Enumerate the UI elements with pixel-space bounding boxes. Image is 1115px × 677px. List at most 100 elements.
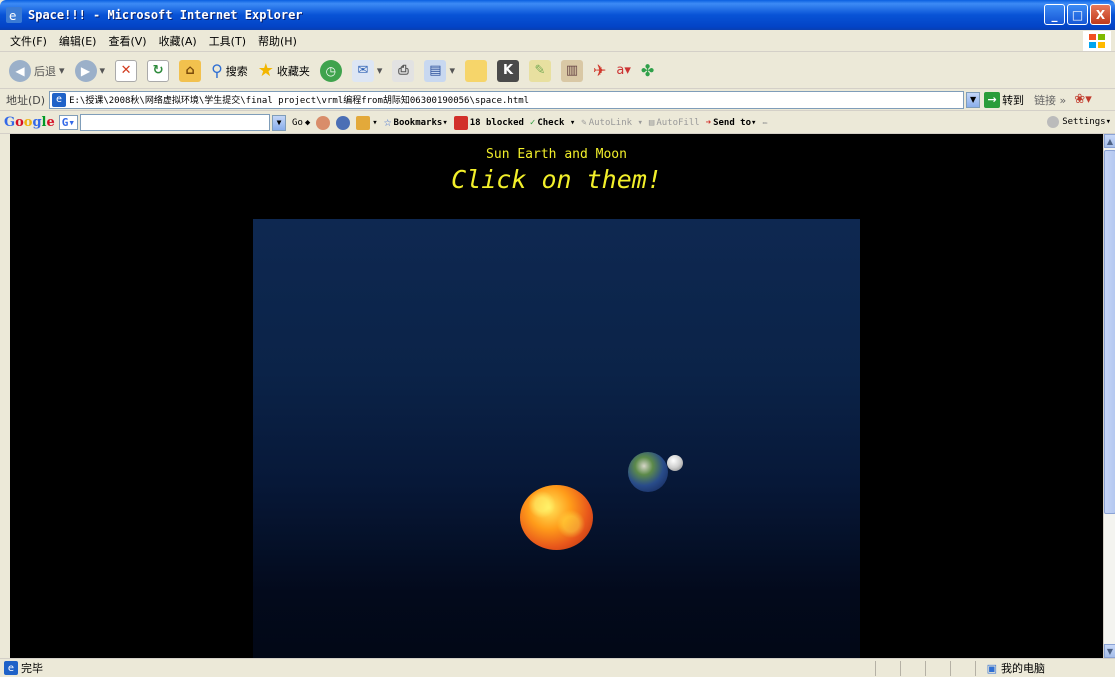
window-controls: _ □ X xyxy=(1044,4,1111,25)
spellcheck-button[interactable]: ✓ Check ▾ xyxy=(530,118,575,128)
vertical-scrollbar[interactable]: ▲ ▼ xyxy=(1103,134,1115,658)
chevron-down-icon: ▾ xyxy=(59,64,65,77)
back-arrow-icon: ◀ xyxy=(9,59,31,82)
home-button[interactable]: ⌂ xyxy=(176,56,204,86)
sendto-icon: ➜ xyxy=(705,117,712,128)
go-label: 转到 xyxy=(1002,93,1025,107)
settings-button[interactable]: Settings▾ xyxy=(1047,116,1111,128)
favorites-button[interactable]: ★ 收藏夹 xyxy=(255,56,313,86)
status-divider xyxy=(925,661,926,676)
go-button[interactable]: → 转到 xyxy=(984,91,1025,108)
google-menu-button[interactable]: G▾ xyxy=(58,115,79,130)
bird-icon: ✈ xyxy=(592,61,607,80)
search-label: 搜索 xyxy=(225,64,248,78)
minimize-button[interactable]: _ xyxy=(1044,4,1065,25)
tool-button-2[interactable]: ▥ xyxy=(558,56,586,86)
forward-arrow-icon: ▶ xyxy=(74,59,97,82)
highlight-button[interactable]: ✏ xyxy=(762,118,767,128)
refresh-icon: ↻ xyxy=(147,59,170,82)
blocker-icon xyxy=(453,115,468,130)
google-toolbar: Google G▾ ▼ Go ◆ ▾ ☆ Bookmarks▾ 18 blocke… xyxy=(0,112,1115,134)
menu-favorites[interactable]: 收藏(A) xyxy=(159,33,197,49)
stop-icon: ✕ xyxy=(115,59,138,82)
pencil-icon: ✏ xyxy=(762,117,768,128)
sun-object[interactable] xyxy=(520,485,593,550)
scroll-up-button[interactable]: ▲ xyxy=(1104,134,1115,148)
menu-tools[interactable]: 工具(T) xyxy=(209,33,246,49)
tool-button-4[interactable]: a▾ xyxy=(613,56,634,86)
status-divider xyxy=(975,661,976,676)
google-logo[interactable]: Google xyxy=(4,115,55,130)
back-label: 后退 xyxy=(34,64,56,78)
menu-help[interactable]: 帮助(H) xyxy=(258,33,297,49)
gb-icon-3[interactable]: ▾ xyxy=(356,115,378,130)
page-subtitle: Sun Earth and Moon xyxy=(486,147,627,162)
messenger-tray-icon[interactable]: ❀▾ xyxy=(1074,92,1091,107)
forward-button[interactable]: ▶ ▾ xyxy=(72,56,109,86)
pagerank-icon xyxy=(316,115,331,130)
page-done-icon: e xyxy=(4,661,18,675)
menu-file[interactable]: 文件(F) xyxy=(10,33,47,49)
menu-bar: 文件(F) 编辑(E) 查看(V) 收藏(A) 工具(T) 帮助(H) xyxy=(0,30,1115,52)
status-text: 完毕 xyxy=(21,662,43,675)
back-button[interactable]: ◀ 后退 ▾ xyxy=(6,56,68,86)
news-icon xyxy=(336,115,351,130)
bookmarks-button[interactable]: ☆ Bookmarks▾ xyxy=(384,115,448,130)
google-search-input[interactable] xyxy=(80,114,271,131)
k-icon: K xyxy=(496,59,519,82)
tool-button-1[interactable]: ✎ xyxy=(526,56,554,86)
search-button[interactable]: ⚲ 搜索 xyxy=(208,56,251,86)
favorites-label: 收藏夹 xyxy=(276,64,310,78)
moon-object[interactable] xyxy=(667,455,683,471)
status-bar: e 完毕 ▣ 我的电脑 xyxy=(0,658,1115,677)
chevron-down-icon: ▾ xyxy=(449,64,455,77)
maximize-button[interactable]: □ xyxy=(1067,4,1088,25)
address-input[interactable]: e E:\授课\2008秋\网络虚拟环境\学生提交\final project\… xyxy=(49,90,965,109)
refresh-button[interactable]: ↻ xyxy=(144,56,172,86)
history-icon: ◷ xyxy=(319,59,342,82)
page-content: Sun Earth and Moon Click on them! xyxy=(10,134,1103,658)
tool-button-3[interactable]: ✈ xyxy=(590,56,609,86)
window-title: Space!!! - Microsoft Internet Explorer xyxy=(28,8,303,22)
print-button[interactable]: ⎙ xyxy=(389,56,417,86)
menu-edit[interactable]: 编辑(E) xyxy=(59,33,97,49)
sendto-button[interactable]: ➜ Send to▾ xyxy=(706,118,757,128)
title-bar: e Space!!! - Microsoft Internet Explorer… xyxy=(0,0,1115,30)
autofill-icon: ▤ xyxy=(648,117,655,128)
earth-object[interactable] xyxy=(628,452,668,492)
google-search-dropdown[interactable]: ▼ xyxy=(272,114,287,131)
go-arrow-icon: → xyxy=(984,91,1001,108)
address-label: 地址(D) xyxy=(6,93,46,107)
spellcheck-icon: ✓ xyxy=(529,117,536,128)
star-icon: ★ xyxy=(257,60,274,81)
computer-icon: ▣ xyxy=(986,661,997,675)
close-button[interactable]: X xyxy=(1090,4,1111,25)
ie-icon: e xyxy=(6,7,22,23)
folder-icon xyxy=(464,59,487,82)
messenger-button[interactable]: ✤ xyxy=(638,56,657,86)
menu-view[interactable]: 查看(V) xyxy=(108,33,146,49)
scroll-thumb[interactable] xyxy=(1104,150,1115,514)
gb-icon-1[interactable] xyxy=(316,115,331,130)
edit-button[interactable]: ▤ ▾ xyxy=(421,56,458,86)
vrml-scene[interactable] xyxy=(253,219,860,658)
mail-button[interactable]: ✉ ▾ xyxy=(349,56,386,86)
status-divider xyxy=(875,661,876,676)
settings-icon xyxy=(1047,116,1060,128)
popup-blocker-button[interactable]: 18 blocked xyxy=(453,115,524,130)
autolink-button[interactable]: ✎ AutoLink ▾ xyxy=(581,118,643,128)
scroll-down-button[interactable]: ▼ xyxy=(1104,644,1115,658)
stop-button[interactable]: ✕ xyxy=(112,56,140,86)
history-button[interactable]: ◷ xyxy=(317,56,345,86)
translate-icon: a▾ xyxy=(616,63,631,78)
address-dropdown-button[interactable]: ▼ xyxy=(966,91,981,108)
autofill-button[interactable]: ▤ AutoFill xyxy=(649,118,700,128)
gb-icon-2[interactable] xyxy=(336,115,351,130)
links-button[interactable]: 链接 » xyxy=(1034,92,1066,108)
address-bar: 地址(D) e E:\授课\2008秋\网络虚拟环境\学生提交\final pr… xyxy=(0,89,1115,111)
google-go-button[interactable]: Go ◆ xyxy=(292,118,310,128)
k-button[interactable]: K xyxy=(494,56,522,86)
edit-icon: ▤ xyxy=(424,59,447,82)
folder-button[interactable] xyxy=(462,56,490,86)
status-divider xyxy=(900,661,901,676)
